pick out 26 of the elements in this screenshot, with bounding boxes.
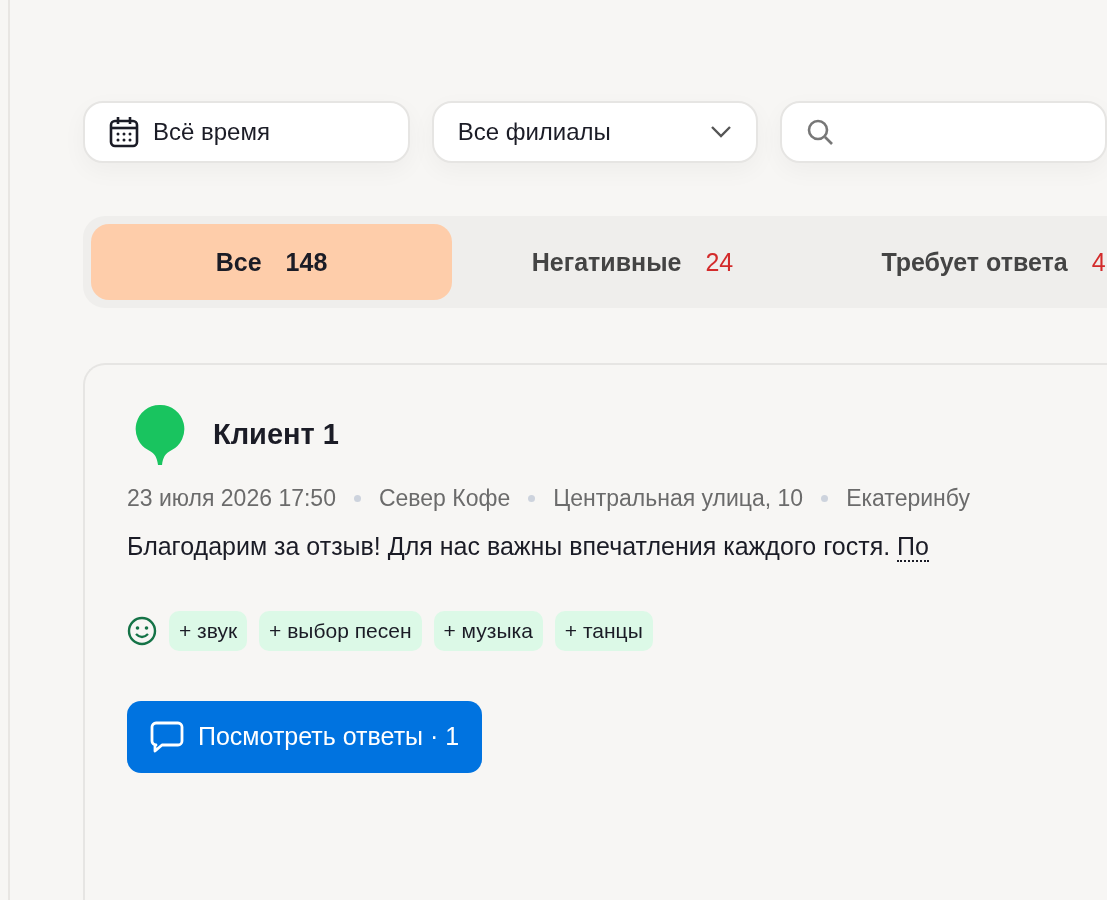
reply-text: Благодарим за отзыв! Для нас важны впечатления каждого гостя. По (127, 531, 930, 561)
search-field[interactable] (780, 101, 1107, 164)
date-range-field[interactable]: Всё время (83, 101, 410, 164)
view-replies-button[interactable]: Посмотреть ответы · 1 (127, 700, 483, 773)
separator-dot (528, 494, 536, 502)
filter-tab[interactable]: Требует ответа 4 (813, 224, 1107, 300)
chevron-down-icon (710, 125, 733, 140)
more-link[interactable]: По (897, 531, 929, 562)
separator-dot (353, 494, 361, 502)
branch-select[interactable]: Все филиалы (431, 101, 759, 164)
filter-tab[interactable]: Негативные 24 (452, 224, 813, 300)
tag: + танцы (554, 610, 653, 651)
author-name: Клиент 1 (213, 418, 339, 452)
separator-dot (821, 494, 829, 502)
meta-text: Север Кофе (378, 484, 511, 512)
chat-bubble-icon (150, 720, 184, 753)
marker-icon (135, 404, 185, 465)
filter-tab[interactable]: Все 148 (91, 224, 452, 300)
meta-text: Екатеринбу (846, 484, 970, 512)
tag: + музыка (433, 610, 543, 651)
search-icon (806, 118, 835, 147)
meta-text: Центральная улица, 10 (553, 484, 804, 512)
tag: + выбор песен (259, 610, 422, 651)
calendar-icon (109, 116, 139, 149)
meta-text: 23 июля 2026 17:50 (127, 484, 336, 512)
tag: + звук (169, 610, 248, 651)
